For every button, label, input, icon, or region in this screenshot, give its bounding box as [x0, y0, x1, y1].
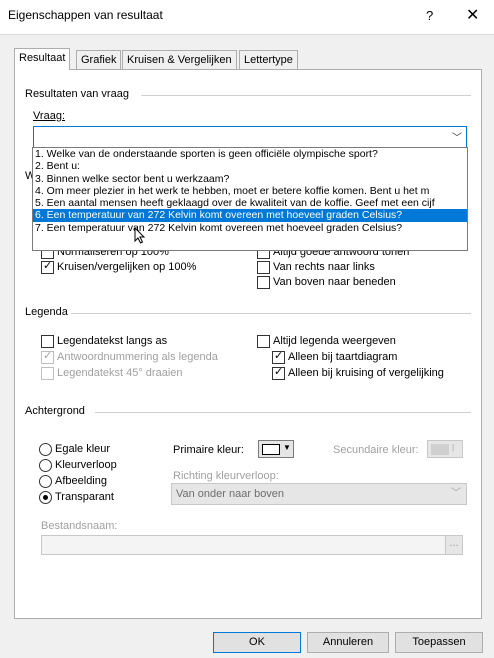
- altijd-legenda-label: Altijd legenda weergeven: [273, 335, 396, 347]
- secundaire-kleur-picker[interactable]: |: [427, 440, 463, 458]
- richting-label: Richting kleurverloop:: [173, 470, 279, 482]
- title-bar: Eigenschappen van resultaat ? ✕: [0, 0, 494, 35]
- chevron-down-icon[interactable]: ﹀: [452, 129, 462, 144]
- boven-beneden-label: Van boven naar beneden: [273, 276, 396, 288]
- list-item[interactable]: 7. Een temperatuur van 272 Kelvin komt o…: [33, 222, 467, 234]
- chevron-down-icon: ﹀: [451, 488, 461, 499]
- legenda-draaien-label: Legendatekst 45° draaien: [57, 367, 183, 379]
- vraag-dropdown-list[interactable]: 1. Welke van de onderstaande sporten is …: [32, 147, 468, 251]
- kleurverloop-radio[interactable]: [39, 459, 52, 472]
- apply-button[interactable]: Toepassen: [395, 632, 483, 653]
- browse-button[interactable]: ...: [445, 536, 462, 554]
- antwoordnummering-label: Antwoordnummering als legenda: [57, 351, 218, 363]
- vraag-label: Vraag:: [33, 110, 66, 122]
- kruising-label: Alleen bij kruising of vergelijking: [288, 367, 444, 379]
- color-swatch: [262, 444, 280, 455]
- primaire-kleur-label: Primaire kleur:: [173, 444, 244, 456]
- antwoordnummering-checkbox[interactable]: ✓: [41, 350, 54, 364]
- dropdown-arrow-icon: ▼: [283, 443, 291, 452]
- color-swatch: [431, 444, 449, 455]
- kruisen-label: Kruisen/vergelijken op 100%: [57, 261, 197, 273]
- egale-kleur-label: Egale kleur: [55, 443, 111, 455]
- close-button[interactable]: ✕: [466, 5, 479, 25]
- group-divider: [71, 313, 471, 314]
- tab-resultaat[interactable]: Resultaat: [14, 48, 71, 70]
- dropdown-arrow-icon: |: [452, 443, 455, 452]
- group-divider: [95, 412, 471, 413]
- boven-beneden-checkbox[interactable]: [257, 276, 270, 289]
- afbeelding-radio[interactable]: [39, 475, 52, 488]
- vraag-combobox[interactable]: ﹀: [33, 126, 467, 148]
- mouse-cursor-icon: [134, 227, 146, 244]
- bestandsnaam-label: Bestandsnaam:: [41, 520, 118, 532]
- rechts-links-checkbox[interactable]: [257, 261, 270, 274]
- kleurverloop-label: Kleurverloop: [55, 459, 117, 471]
- list-item[interactable]: 1. Welke van de onderstaande sporten is …: [33, 148, 467, 160]
- ok-button[interactable]: OK: [213, 632, 301, 653]
- cancel-button[interactable]: Annuleren: [307, 632, 389, 653]
- list-item[interactable]: 5. Een aantal mensen heeft geklaagd over…: [33, 197, 467, 209]
- altijd-legenda-checkbox[interactable]: [257, 335, 270, 348]
- transparant-label: Transparant: [55, 491, 114, 503]
- richting-select[interactable]: Van onder naar boven ﹀: [171, 483, 467, 505]
- taartdiagram-label: Alleen bij taartdiagram: [288, 351, 398, 363]
- egale-kleur-radio[interactable]: [39, 443, 52, 456]
- list-item-selected[interactable]: 6. Een temperatuur van 272 Kelvin komt o…: [33, 209, 467, 222]
- check-icon: ✓: [43, 260, 53, 272]
- rechts-links-label: Van rechts naar links: [273, 261, 375, 273]
- legenda-draaien-checkbox[interactable]: [41, 367, 54, 380]
- check-icon: ✓: [274, 350, 284, 362]
- taartdiagram-checkbox[interactable]: ✓: [272, 350, 285, 364]
- window-title: Eigenschappen van resultaat: [8, 8, 163, 22]
- tab-grafiek[interactable]: Grafiek: [76, 50, 122, 69]
- tab-lettertype[interactable]: Lettertype: [239, 50, 298, 69]
- radio-dot: [43, 495, 48, 500]
- richting-value: Van onder naar boven: [176, 488, 285, 500]
- legenda-langs-as-checkbox[interactable]: [41, 335, 54, 348]
- group-achtergrond-title: Achtergrond: [25, 405, 85, 417]
- list-item[interactable]: 2. Bent u:: [33, 160, 467, 172]
- check-icon: ✓: [43, 350, 53, 362]
- bestandsnaam-input[interactable]: ...: [41, 535, 463, 555]
- group-resultaten-title: Resultaten van vraag: [25, 88, 129, 100]
- group-divider: [141, 95, 471, 96]
- primaire-kleur-picker[interactable]: ▼: [258, 440, 294, 458]
- legenda-langs-as-label: Legendatekst langs as: [57, 335, 168, 347]
- help-button[interactable]: ?: [426, 8, 433, 23]
- list-item[interactable]: 4. Om meer plezier in het werk te hebben…: [33, 185, 467, 197]
- transparant-radio[interactable]: [39, 491, 52, 504]
- list-item[interactable]: 3. Binnen welke sector bent u werkzaam?: [33, 173, 467, 185]
- kruisen-checkbox[interactable]: ✓: [41, 260, 54, 274]
- group-legenda-title: Legenda: [25, 306, 68, 318]
- check-icon: ✓: [274, 366, 284, 378]
- kruising-checkbox[interactable]: ✓: [272, 366, 285, 380]
- afbeelding-label: Afbeelding: [55, 475, 107, 487]
- tab-kruisen-vergelijken[interactable]: Kruisen & Vergelijken: [122, 50, 237, 69]
- secundaire-kleur-label: Secundaire kleur:: [333, 444, 419, 456]
